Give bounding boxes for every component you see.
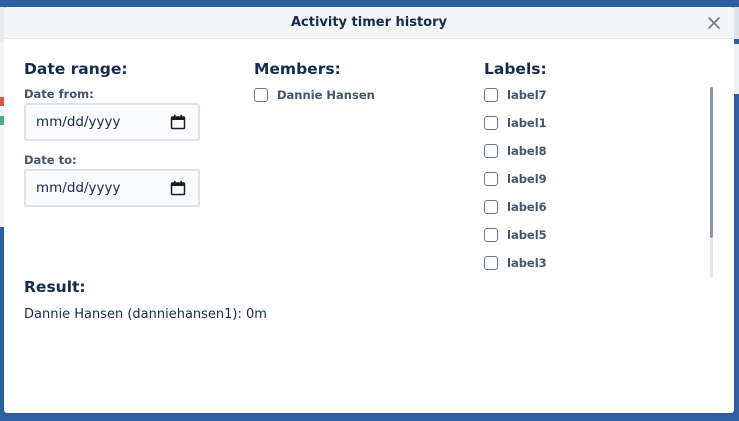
- date-to-input[interactable]: mm/dd/yyyy: [24, 169, 200, 207]
- label-name: label9: [507, 172, 547, 186]
- result-text: Dannie Hansen (danniehansen1): 0m: [24, 307, 267, 322]
- labels-scrollbar-track[interactable]: [710, 238, 713, 278]
- calendar-icon[interactable]: [170, 180, 186, 196]
- label-checkbox[interactable]: [484, 172, 498, 186]
- label-item[interactable]: label3: [484, 255, 547, 271]
- member-item[interactable]: Dannie Hansen: [254, 87, 375, 103]
- members-title: Members:: [254, 60, 341, 78]
- date-from-input[interactable]: mm/dd/yyyy: [24, 103, 200, 141]
- member-checkbox[interactable]: [254, 88, 268, 102]
- modal-title: Activity timer history: [290, 15, 448, 30]
- date-to-label: Date to:: [24, 153, 77, 167]
- label-checkbox[interactable]: [484, 228, 498, 242]
- label-name: label3: [507, 256, 547, 270]
- modal-header: Activity timer history: [4, 7, 734, 39]
- label-name: label8: [507, 144, 547, 158]
- labels-list[interactable]: label7 label1 label8 label9 label6 label…: [480, 87, 716, 281]
- label-item[interactable]: label8: [484, 143, 547, 159]
- label-checkbox[interactable]: [484, 256, 498, 270]
- label-item[interactable]: label6: [484, 199, 547, 215]
- labels-scrollbar-thumb[interactable]: [710, 87, 713, 238]
- label-checkbox[interactable]: [484, 88, 498, 102]
- label-item[interactable]: label1: [484, 115, 547, 131]
- label-checkbox[interactable]: [484, 116, 498, 130]
- close-button[interactable]: [706, 15, 722, 31]
- date-range-title: Date range:: [24, 60, 128, 78]
- label-name: label7: [507, 88, 547, 102]
- label-name: label6: [507, 200, 547, 214]
- calendar-icon[interactable]: [170, 114, 186, 130]
- labels-title: Labels:: [484, 60, 547, 78]
- label-item[interactable]: label9: [484, 171, 547, 187]
- date-to-value: mm/dd/yyyy: [36, 180, 121, 196]
- label-item[interactable]: label7: [484, 87, 547, 103]
- member-label: Dannie Hansen: [277, 88, 375, 102]
- label-checkbox[interactable]: [484, 200, 498, 214]
- date-from-label: Date from:: [24, 87, 94, 101]
- close-icon: [708, 17, 720, 29]
- label-name: label1: [507, 116, 547, 130]
- result-title: Result:: [24, 278, 86, 296]
- date-from-value: mm/dd/yyyy: [36, 114, 121, 130]
- label-name: label5: [507, 228, 547, 242]
- label-checkbox[interactable]: [484, 144, 498, 158]
- activity-timer-history-modal: Activity timer history Date range: Date …: [4, 7, 734, 413]
- label-item[interactable]: label5: [484, 227, 547, 243]
